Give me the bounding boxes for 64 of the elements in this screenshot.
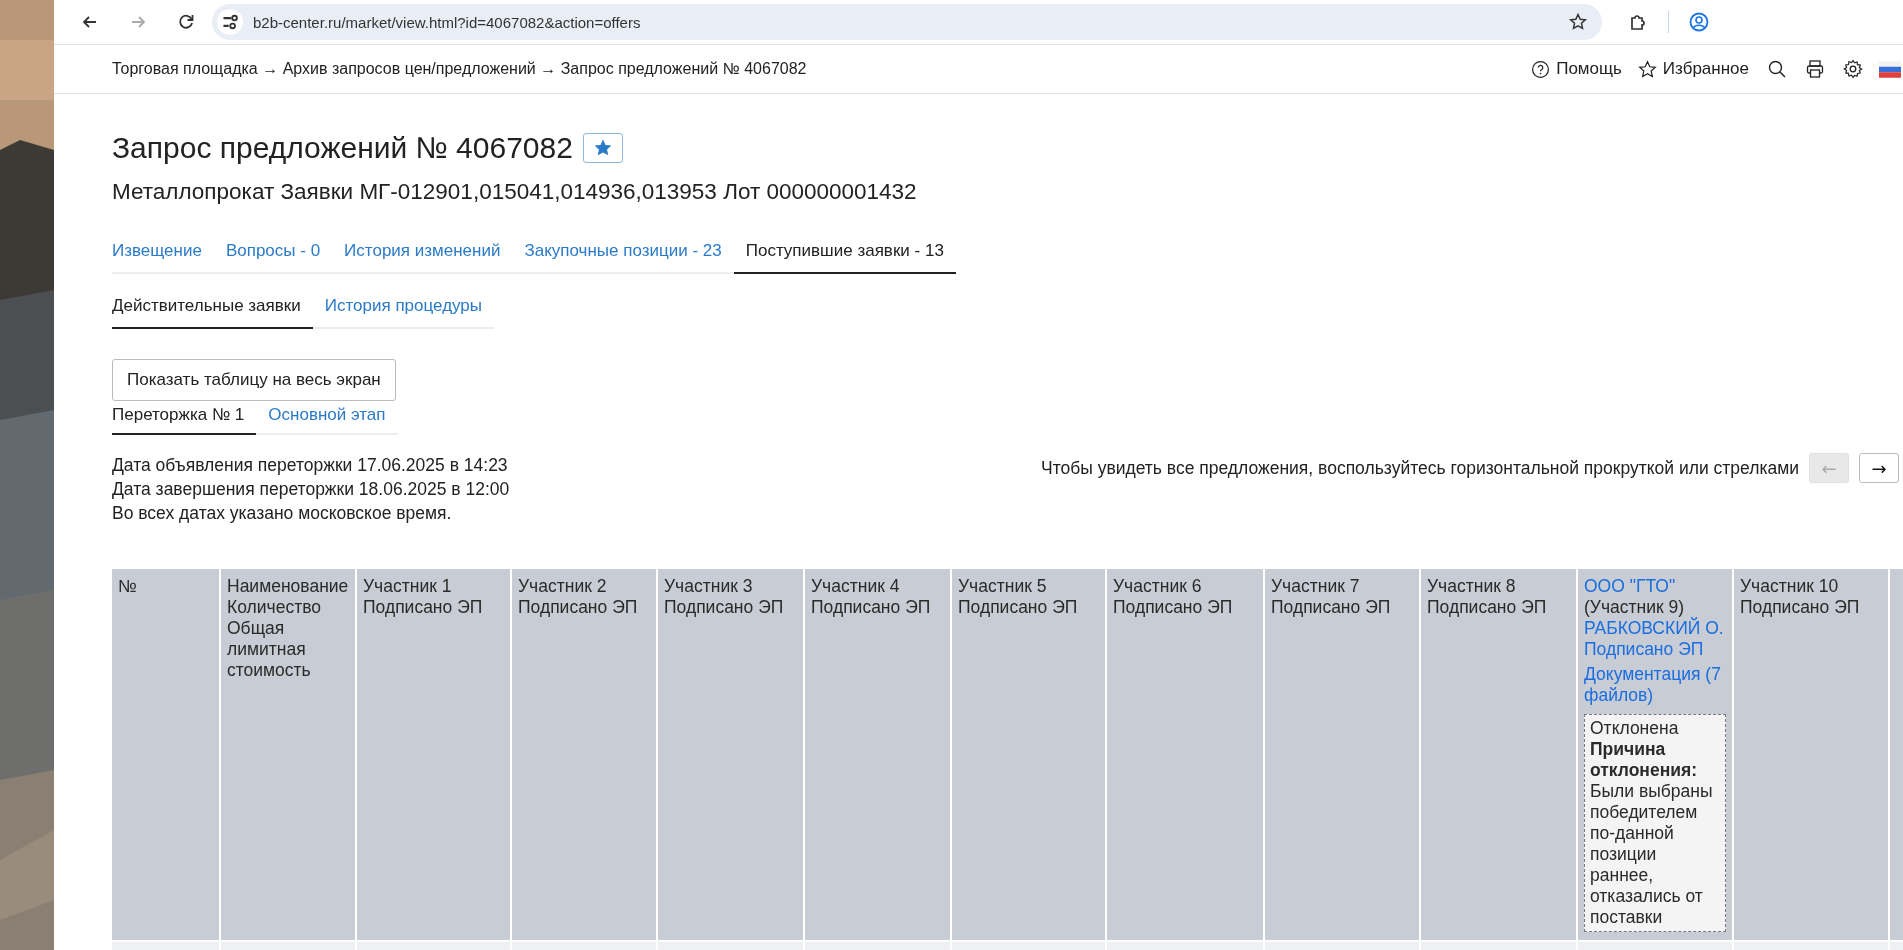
printer-icon[interactable] — [1805, 59, 1825, 79]
site-settings-icon[interactable] — [217, 9, 243, 35]
header-text: Подписано ЭП — [958, 597, 1079, 618]
tab[interactable]: Поступившие заявки - 13 — [733, 233, 956, 274]
settings-icon[interactable] — [1843, 59, 1863, 79]
header-text: Подписано ЭП — [518, 597, 639, 618]
url-text: b2b-center.ru/market/view.html?id=4067082&action=offers — [253, 13, 641, 31]
tab[interactable]: История изменений — [332, 233, 513, 274]
header-text: Участник 7 — [1271, 576, 1361, 597]
reload-icon[interactable] — [176, 12, 196, 32]
tab[interactable]: Закупочные позиции - 23 — [512, 233, 734, 274]
header-text: Участник 1 — [363, 576, 453, 597]
header-text: № — [118, 576, 138, 597]
bookmark-star-icon[interactable] — [1568, 12, 1588, 32]
date-info: Дата объявления переторжки 17.06.2025 в 14:23 — [112, 454, 509, 477]
address-bar[interactable]: b2b-center.ru/market/view.html?id=4067082&action=offers — [212, 4, 1602, 40]
documents-link[interactable]: Документация (7 файлов) — [1584, 664, 1726, 706]
header-text: Участник 3 — [664, 576, 754, 597]
page-title: Запрос предложений № 4067082 — [112, 131, 573, 165]
header-text: Участник 4 — [811, 576, 901, 597]
reason-title: Причина отклонения: — [1590, 739, 1699, 781]
date-info: Дата завершения переторжки 18.06.2025 в 12:00 — [112, 478, 510, 501]
company-link[interactable]: ООО "ГТО" — [1584, 576, 1726, 597]
fullscreen-table-button[interactable]: Показать таблицу на весь экран — [112, 359, 396, 401]
signature-link[interactable]: РАБКОВСКИЙ О. Подписано ЭП — [1584, 618, 1726, 660]
header-text: Участник 8 — [1427, 576, 1517, 597]
header-text: Участник 2 — [518, 576, 608, 597]
header-text: Подписано ЭП — [811, 597, 932, 618]
header-text: Общая лимитная стоимость — [227, 618, 312, 681]
help-icon — [1531, 59, 1551, 79]
header-text: Количество — [227, 597, 322, 618]
tab[interactable]: Переторжка № 1 — [112, 401, 257, 435]
extensions-icon[interactable] — [1628, 12, 1648, 32]
header-text: Участник 5 — [958, 576, 1048, 597]
reason-text: Были выбраны победителем по-данной позиции раннее, отказались от поставки — [1590, 781, 1714, 928]
status-text: Отклонена — [1590, 718, 1680, 739]
star-icon — [592, 138, 613, 158]
header-text: Подписано ЭП — [1113, 597, 1234, 618]
help-link[interactable]: Помощь — [1531, 59, 1622, 79]
tab[interactable]: Вопросы - 0 — [213, 233, 333, 274]
lot-subtitle: Металлопрокат Заявки МГ-012901,015041,014936,013953 Лот 000000001432 — [112, 179, 918, 205]
flag-icon[interactable] — [1879, 60, 1901, 78]
tab[interactable]: Основной этап — [256, 401, 398, 435]
header-text: Участник 10 — [1740, 576, 1840, 597]
scroll-right-button[interactable]: → — [1859, 453, 1899, 483]
favorite-button[interactable] — [582, 133, 623, 163]
tab[interactable]: Извещение — [112, 233, 214, 274]
header-text: Подписано ЭП — [1740, 597, 1861, 618]
scroll-hint: Чтобы увидеть все предложения, воспользуйтесь горизонтальной прокруткой или стрелками — [1040, 457, 1799, 479]
tab[interactable]: История процедуры — [312, 288, 495, 329]
date-info: Во всех датах указано московское время. — [112, 502, 453, 525]
profile-icon[interactable] — [1689, 12, 1709, 32]
participant-label: (Участник 9) — [1584, 597, 1686, 617]
breadcrumb: Торговая площадка → Архив запросов цен/предложений → Запрос предложений № 4067082 — [112, 60, 807, 78]
header-text: Подписано ЭП — [1271, 597, 1392, 618]
favorites-link[interactable]: Избранное — [1637, 59, 1749, 79]
header-text: Участник 6 — [1113, 576, 1203, 597]
tab[interactable]: Действительные заявки — [112, 288, 313, 329]
header-text: Подписано ЭП — [1427, 597, 1548, 618]
header-text: Подписано ЭП — [664, 597, 785, 618]
header-text: Подписано ЭП — [363, 597, 484, 618]
star-icon — [1637, 59, 1657, 79]
header-text: Наименование — [227, 576, 349, 597]
search-icon[interactable] — [1767, 59, 1787, 79]
